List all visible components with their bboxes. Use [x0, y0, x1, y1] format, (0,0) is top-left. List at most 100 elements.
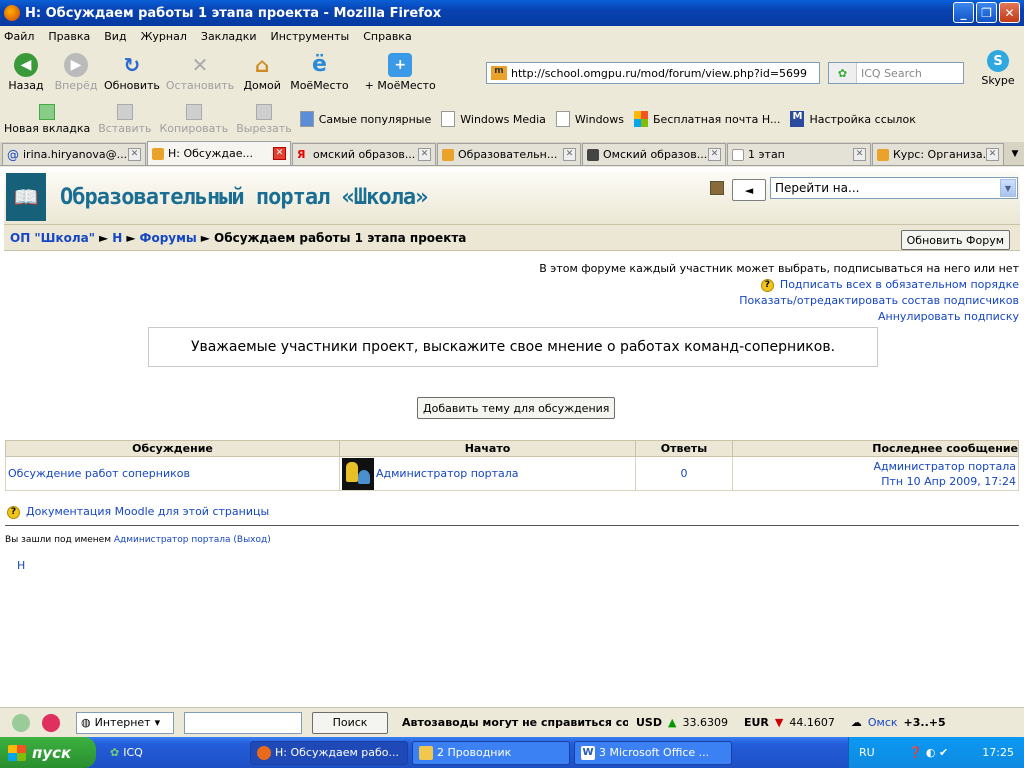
task-label: 2 Проводник — [437, 746, 512, 759]
status-search-button[interactable]: Поиск — [312, 711, 388, 734]
stop-button[interactable]: ✕ Остановить — [166, 53, 234, 92]
replies-link[interactable]: 0 — [681, 467, 688, 480]
star-icon[interactable] — [42, 713, 60, 732]
add-mymesto-button[interactable]: + + МоёМесто — [365, 52, 436, 92]
clock[interactable]: 17:25 — [982, 746, 1014, 759]
status-search-input[interactable] — [184, 711, 302, 734]
tab-education[interactable]: Образовательн... ✕ — [437, 143, 581, 165]
menu-file[interactable]: Файл — [4, 30, 34, 43]
weather-city-link[interactable]: Омск — [868, 716, 898, 729]
copy-button[interactable]: Копировать — [160, 103, 228, 135]
news-ticker[interactable]: Автозаводы могут не справиться со... — [402, 716, 628, 729]
home-button[interactable]: ⌂ Домой — [240, 53, 284, 92]
logout-link[interactable]: (Выход) — [233, 535, 270, 545]
breadcrumb-course[interactable]: Н — [112, 231, 122, 245]
new-tab-icon — [39, 103, 56, 120]
help-icon[interactable]: ? — [760, 278, 774, 292]
last-post-author-link[interactable]: Администратор портала — [873, 460, 1016, 473]
stop-icon: ✕ — [191, 52, 209, 77]
tab-yandex[interactable]: Я омский образов... ✕ — [292, 143, 436, 165]
task-office[interactable]: W 3 Microsoft Office ... — [574, 740, 732, 765]
avatar[interactable] — [342, 457, 374, 490]
site-name: Образовательный портал «Школа» — [60, 185, 428, 210]
tab-label: 1 этап — [748, 148, 785, 161]
taskbar: пуск ✿ ICQ Н: Обсуждаем рабо... 2 Провод… — [0, 737, 1024, 768]
maximize-button[interactable]: ❐ — [976, 2, 997, 23]
connection-icon[interactable] — [12, 713, 30, 732]
paste-button[interactable]: Вставить — [98, 103, 152, 135]
tab-omsk[interactable]: Омский образов... ✕ — [582, 143, 726, 165]
divider — [5, 525, 1019, 526]
stop-label: Остановить — [165, 78, 235, 92]
breadcrumb-root[interactable]: ОП "Школа" — [10, 231, 95, 245]
cut-button[interactable]: Вырезать — [236, 103, 292, 135]
bookmarks-toolbar: Новая вкладка Вставить Копировать Выреза… — [0, 98, 1024, 140]
tray-icons[interactable]: ❓ ◐ ✔ — [909, 746, 949, 759]
chevron-down-icon[interactable]: ▼ — [1000, 179, 1016, 197]
menu-history[interactable]: Журнал — [141, 30, 187, 43]
task-explorer[interactable]: 2 Проводник — [412, 740, 570, 765]
minimize-button[interactable]: _ — [953, 2, 974, 23]
mymesto-button[interactable]: ё МоёМесто — [290, 52, 348, 92]
breadcrumb-current: Обсуждаем работы 1 этапа проекта — [214, 230, 467, 245]
menu-tools[interactable]: Инструменты — [271, 30, 350, 43]
usd-label: USD — [636, 716, 662, 729]
bookmark-windows-media[interactable]: Windows Media — [441, 111, 546, 127]
tab-close-icon[interactable]: ✕ — [418, 148, 431, 161]
window-title: Н: Обсуждаем работы 1 этапа проекта - Mo… — [25, 5, 442, 21]
menu-help[interactable]: Справка — [363, 30, 411, 43]
bookmark-customize-links[interactable]: M Настройка ссылок — [790, 111, 916, 127]
language-indicator[interactable]: RU — [859, 746, 875, 759]
show-subscribers-link[interactable]: Показать/отредактировать состав подписчи… — [739, 294, 1019, 307]
forward-button[interactable]: ▶ Вперёд — [54, 52, 98, 92]
tab-close-icon[interactable]: ✕ — [563, 148, 576, 161]
tab-course[interactable]: Курс: Организа... ✕ — [872, 143, 1004, 165]
back-button[interactable]: ◀ Назад — [4, 52, 48, 92]
new-tab-button[interactable]: Новая вкладка — [4, 103, 91, 135]
tab-close-icon[interactable]: ✕ — [986, 148, 999, 161]
tab-list-chevron-icon[interactable]: ▼ — [1006, 143, 1024, 165]
force-subscribe-link[interactable]: Подписать всех в обязательном порядке — [780, 278, 1019, 291]
topic-link[interactable]: Обсуждение работ соперников — [8, 467, 190, 480]
author-link[interactable]: Администратор портала — [376, 467, 519, 480]
search-bar[interactable]: ✿ ICQ Search — [828, 62, 964, 84]
last-post-date-link[interactable]: Птн 10 Апр 2009, 17:24 — [881, 475, 1016, 488]
tab-forum[interactable]: Н: Обсуждае... ✕ — [147, 141, 291, 165]
bookmark-free-mail[interactable]: Бесплатная почта H... — [634, 111, 780, 127]
discussion-table: Обсуждение Начато Ответы Последнее сообщ… — [5, 440, 1019, 491]
bookmark-windows[interactable]: Windows — [555, 111, 624, 127]
start-button[interactable]: пуск — [0, 737, 96, 768]
tab-close-icon[interactable]: ✕ — [128, 148, 141, 161]
quick-launch-icq[interactable]: ✿ ICQ — [96, 741, 246, 765]
tab-stage1[interactable]: 1 этап ✕ — [727, 143, 871, 165]
tab-close-icon[interactable]: ✕ — [853, 148, 866, 161]
tab-close-icon[interactable]: ✕ — [273, 147, 286, 160]
jump-back-button[interactable]: ◄ — [732, 179, 766, 201]
tab-close-icon[interactable]: ✕ — [708, 148, 721, 161]
unsubscribe-link[interactable]: Аннулировать подписку — [878, 310, 1019, 323]
reload-button[interactable]: ↻ Обновить — [104, 53, 160, 92]
menu-edit[interactable]: Правка — [48, 30, 90, 43]
copy-icon — [185, 103, 202, 120]
update-forum-button[interactable]: Обновить Форум — [900, 230, 1010, 250]
menu-bookmarks[interactable]: Закладки — [201, 30, 257, 43]
add-topic-button[interactable]: Добавить тему для обсуждения — [417, 397, 616, 419]
login-user-link[interactable]: Администратор портала — [114, 535, 231, 545]
url-text: http://school.omgpu.ru/mod/forum/view.ph… — [511, 66, 808, 80]
close-button[interactable]: ✕ — [999, 2, 1020, 23]
bookmark-most-popular[interactable]: Самые популярные — [299, 111, 431, 127]
zone-select[interactable]: ◍ Интернет ▾ — [76, 711, 174, 734]
moodle-docs-link[interactable]: Документация Moodle для этой страницы — [26, 505, 269, 518]
site-logo-icon[interactable]: 📖 — [6, 173, 46, 221]
breadcrumb-forums[interactable]: Форумы — [140, 231, 197, 245]
tab-mail[interactable]: @ irina.hiryanova@... ✕ — [2, 143, 146, 165]
new-tab-label: Новая вкладка — [4, 121, 91, 135]
task-firefox[interactable]: Н: Обсуждаем рабо... — [250, 740, 408, 765]
skype-button[interactable]: S Skype — [978, 50, 1018, 87]
url-bar[interactable]: m http://school.omgpu.ru/mod/forum/view.… — [486, 62, 820, 84]
footer-course-link[interactable]: Н — [17, 559, 25, 572]
moodle-icon — [442, 148, 454, 161]
jump-to-select[interactable]: Перейти на... ▼ — [770, 177, 1018, 199]
rss-icon[interactable] — [710, 181, 724, 195]
menu-view[interactable]: Вид — [104, 30, 126, 43]
